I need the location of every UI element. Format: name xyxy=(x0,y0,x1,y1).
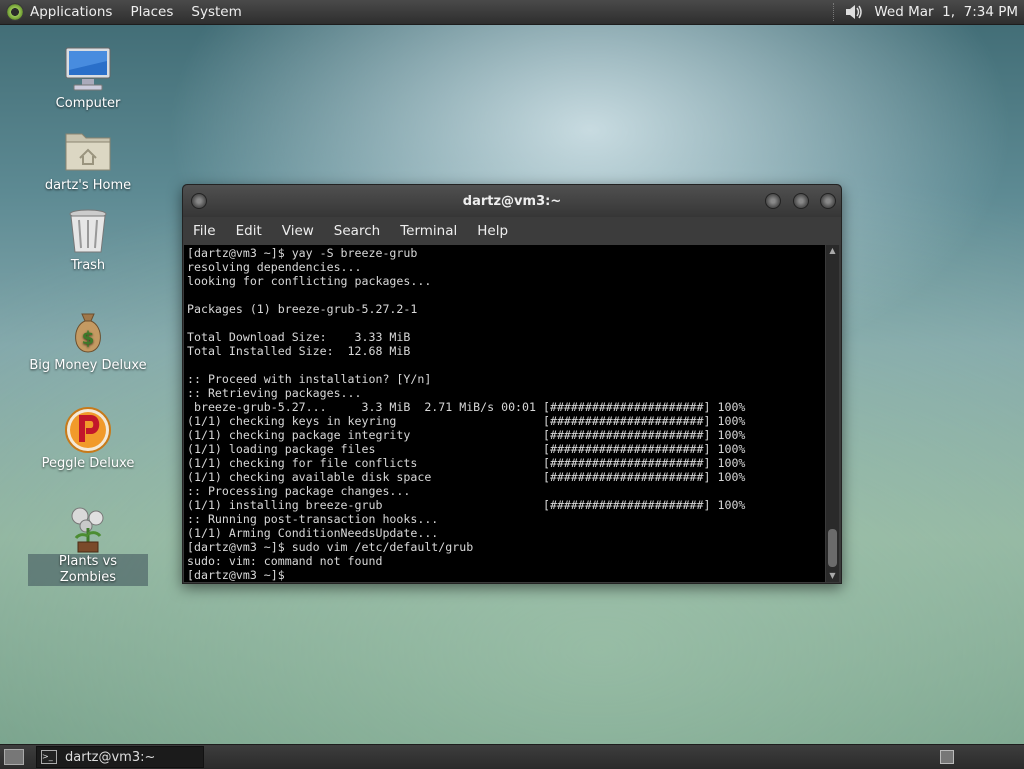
menu-file[interactable]: File xyxy=(193,223,216,239)
terminal-line: (1/1) checking for file conflicts [#####… xyxy=(187,456,746,470)
menu-edit[interactable]: Edit xyxy=(236,223,262,239)
terminal-line: (1/1) loading package files [###########… xyxy=(187,442,746,456)
menu-places[interactable]: Places xyxy=(130,4,173,20)
desktop-icon-label: Big Money Deluxe xyxy=(29,358,147,373)
clock[interactable]: Wed Mar 1, 7:34 PM xyxy=(874,4,1018,20)
taskbar-button-terminal[interactable]: >_ dartz@vm3:~ xyxy=(36,746,204,768)
top-panel: Applications Places System Wed Mar 1, 7:… xyxy=(0,0,1024,25)
bottom-panel: >_ dartz@vm3:~ xyxy=(0,744,1024,769)
desktop-icon-label: Plants vs Zombies xyxy=(28,554,148,586)
desktop-icon-label: Peggle Deluxe xyxy=(41,456,135,471)
terminal-icon: >_ xyxy=(41,750,57,764)
scroll-up-arrow-icon[interactable]: ▲ xyxy=(826,245,839,257)
scroll-down-arrow-icon[interactable]: ▼ xyxy=(826,570,839,582)
plants-vs-zombies-icon xyxy=(64,504,112,553)
volume-icon[interactable] xyxy=(844,3,864,21)
desktop-icon-big-money[interactable]: $ Big Money Deluxe xyxy=(28,308,148,374)
minimize-button[interactable] xyxy=(765,193,781,209)
panel-separator xyxy=(833,3,836,21)
desktop-icon-home[interactable]: dartz's Home xyxy=(28,128,148,194)
terminal-line: (1/1) checking available disk space [###… xyxy=(187,470,746,484)
terminal-text: [dartz@vm3 ~]$ yay -S breeze-grub resolv… xyxy=(184,245,825,582)
money-bag-icon: $ xyxy=(64,308,112,356)
terminal-scrollbar[interactable]: ▲ ▼ xyxy=(826,245,839,582)
terminal-line: :: Proceed with installation? [Y/n] xyxy=(187,372,432,386)
terminal-line: looking for conflicting packages... xyxy=(187,274,432,288)
terminal-line: [dartz@vm3 ~]$ yay -S breeze-grub xyxy=(187,246,418,260)
terminal-line: [dartz@vm3 ~]$ sudo vim /etc/default/gru… xyxy=(187,540,474,554)
taskbar-button-label: dartz@vm3:~ xyxy=(65,749,156,765)
svg-text:$: $ xyxy=(82,328,95,349)
window-title: dartz@vm3:~ xyxy=(462,193,562,209)
maximize-button[interactable] xyxy=(793,193,809,209)
scrollbar-thumb[interactable] xyxy=(828,529,837,567)
terminal-window[interactable]: dartz@vm3:~ File Edit View Search Termin… xyxy=(182,184,842,584)
terminal-line: (1/1) Arming ConditionNeedsUpdate... xyxy=(187,526,439,540)
terminal-line: :: Processing package changes... xyxy=(187,484,411,498)
terminal-prompt-line: [dartz@vm3 ~]$ xyxy=(187,568,292,582)
peggle-icon xyxy=(64,406,112,454)
desktop-icon-label: dartz's Home xyxy=(44,178,132,193)
terminal-line: (1/1) checking package integrity [######… xyxy=(187,428,746,442)
menu-help[interactable]: Help xyxy=(477,223,508,239)
terminal-line: resolving dependencies... xyxy=(187,260,362,274)
home-folder-icon xyxy=(64,128,112,176)
terminal-line: Total Installed Size: 12.68 MiB xyxy=(187,344,411,358)
computer-icon xyxy=(64,46,112,94)
terminal-line: Packages (1) breeze-grub-5.27.2-1 xyxy=(187,302,418,316)
terminal-line: :: Running post-transaction hooks... xyxy=(187,512,439,526)
terminal-menubar: File Edit View Search Terminal Help xyxy=(183,217,841,245)
terminal-line: (1/1) installing breeze-grub [##########… xyxy=(187,498,746,512)
distro-logo-icon[interactable] xyxy=(6,3,24,21)
window-titlebar[interactable]: dartz@vm3:~ xyxy=(183,185,841,217)
desktop-icon-trash[interactable]: Trash xyxy=(28,208,148,274)
desktop-icon-plants-vs-zombies[interactable]: Plants vs Zombies xyxy=(28,504,148,586)
terminal-line: (1/1) checking keys in keyring [########… xyxy=(187,414,746,428)
desktop-icon-label: Computer xyxy=(55,96,121,111)
close-button[interactable] xyxy=(820,193,836,209)
terminal-output[interactable]: [dartz@vm3 ~]$ yay -S breeze-grub resolv… xyxy=(184,245,825,582)
menu-terminal[interactable]: Terminal xyxy=(400,223,457,239)
terminal-line: breeze-grub-5.27... 3.3 MiB 2.71 MiB/s 0… xyxy=(187,400,746,414)
terminal-line: Total Download Size: 3.33 MiB xyxy=(187,330,411,344)
show-desktop-icon[interactable] xyxy=(4,749,24,765)
desktop-icon-peggle[interactable]: Peggle Deluxe xyxy=(28,406,148,472)
menu-view[interactable]: View xyxy=(282,223,314,239)
workspace-switcher[interactable] xyxy=(940,750,954,764)
terminal-line: sudo: vim: command not found xyxy=(187,554,383,568)
menu-search[interactable]: Search xyxy=(334,223,380,239)
desktop-icon-computer[interactable]: Computer xyxy=(28,46,148,112)
desktop-icon-label: Trash xyxy=(70,258,106,273)
menu-applications[interactable]: Applications xyxy=(30,4,112,20)
trash-icon xyxy=(64,208,112,256)
terminal-line: :: Retrieving packages... xyxy=(187,386,362,400)
menu-system[interactable]: System xyxy=(191,4,241,20)
panel-tray: Wed Mar 1, 7:34 PM xyxy=(833,3,1024,21)
